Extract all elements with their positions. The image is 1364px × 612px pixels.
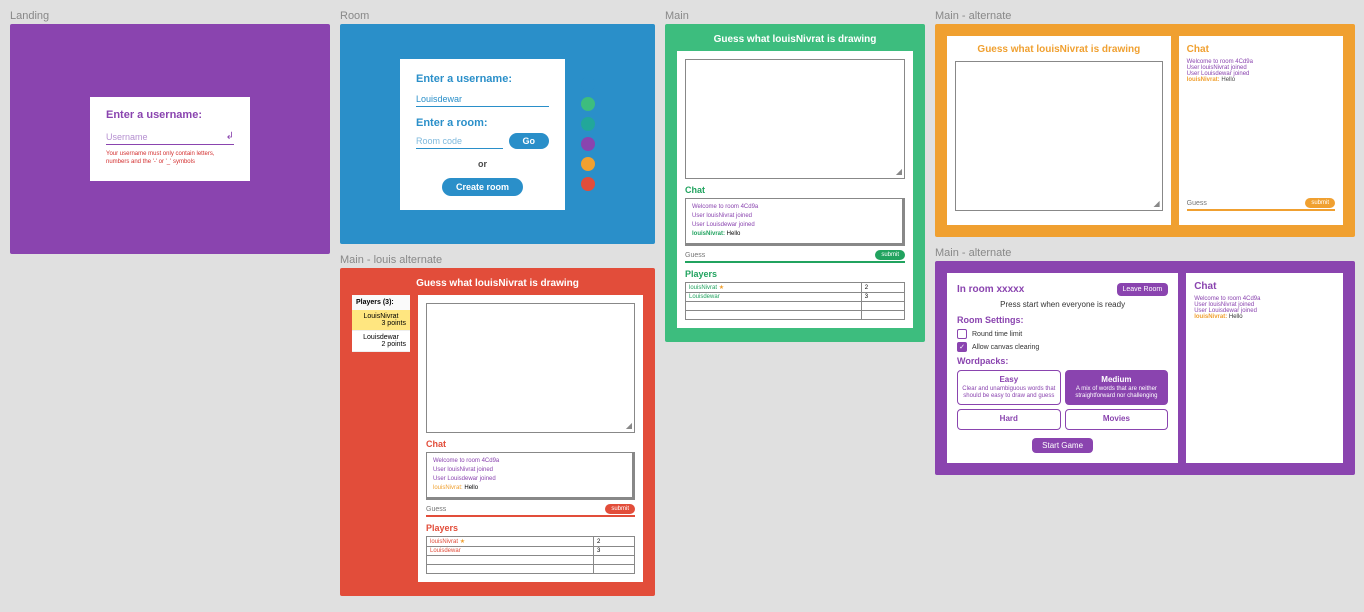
go-button[interactable]: Go [509, 133, 550, 149]
submit-button[interactable]: submit [875, 250, 905, 260]
main-orange-frame: Guess what louisNivrat is drawing ◢ Chat… [935, 24, 1355, 237]
start-game-button[interactable]: Start Game [1032, 438, 1093, 453]
submit-button[interactable]: submit [1305, 198, 1335, 208]
username-error: Your username must only contain letters,… [106, 151, 234, 167]
drawing-title: Guess what louisNivrat is drawing [955, 44, 1163, 55]
resize-icon[interactable]: ◢ [896, 167, 902, 176]
players-panel: Players (3): LouisNivrat 3 points Louisd… [352, 295, 410, 352]
players-header: Players (3): [352, 295, 410, 310]
players-header: Players [685, 269, 905, 279]
resize-icon[interactable]: ◢ [1154, 199, 1160, 208]
wordpack-movies[interactable]: Movies [1065, 409, 1169, 430]
frame-label-room: Room [340, 10, 655, 22]
settings-panel: In room xxxxx Leave Room Press start whe… [947, 273, 1178, 463]
color-dot-purple[interactable] [581, 137, 595, 151]
create-room-button[interactable]: Create room [442, 178, 523, 196]
room-code-label: Enter a room: [416, 117, 549, 129]
main-panel: ◢ Chat Welcome to room 4Cd9a User louisN… [418, 295, 643, 582]
table-row [427, 565, 635, 574]
wordpack-medium[interactable]: MediumA mix of words that are neither st… [1065, 370, 1169, 405]
chat-header: Chat [1194, 281, 1335, 292]
room-or: or [416, 159, 549, 169]
landing-title: Enter a username: [106, 109, 234, 121]
room-frame: Enter a username: Enter a room: Go or Cr… [340, 24, 655, 244]
drawing-title: Guess what louisNivrat is drawing [677, 34, 913, 45]
guess-input[interactable] [685, 250, 871, 260]
color-dot-green[interactable] [581, 97, 595, 111]
room-username-input[interactable] [416, 92, 549, 107]
drawing-canvas[interactable]: ◢ [685, 59, 905, 179]
chat-panel: Chat Welcome to room 4Cd9a User louisNiv… [1179, 36, 1343, 225]
table-row [686, 311, 905, 320]
color-dot-orange[interactable] [581, 157, 595, 171]
main-green-frame: Guess what louisNivrat is drawing ◢ Chat… [665, 24, 925, 342]
player-row: LouisNivrat 3 points [352, 310, 410, 331]
players-header: Players [426, 523, 635, 533]
table-row [686, 302, 905, 311]
username-input[interactable] [106, 130, 234, 145]
main-purple-frame: In room xxxxx Leave Room Press start whe… [935, 261, 1355, 475]
color-dot-red[interactable] [581, 177, 595, 191]
drawing-title: Guess what louisNivrat is drawing [352, 278, 643, 289]
main-louis-frame: Guess what louisNivrat is drawing Player… [340, 268, 655, 596]
landing-card: Enter a username: ↲ Your username must o… [90, 97, 250, 181]
checkbox-timelimit[interactable] [957, 329, 967, 339]
table-row: louisNivrat ★2 [427, 537, 635, 547]
wordpack-hard[interactable]: Hard [957, 409, 1061, 430]
chat-header: Chat [426, 439, 635, 449]
color-dot-teal[interactable] [581, 117, 595, 131]
chat-header: Chat [1187, 44, 1335, 55]
chat-header: Chat [685, 185, 905, 195]
guess-input[interactable] [426, 504, 601, 514]
chat-box: Welcome to room 4Cd9a User louisNivrat j… [426, 452, 635, 500]
table-row: Louisdewar3 [427, 547, 635, 556]
chat-panel: Chat Welcome to room 4Cd9a User louisNiv… [1186, 273, 1343, 463]
room-title: In room xxxxx [957, 284, 1024, 295]
color-dot-blue[interactable] [581, 77, 595, 91]
room-user-label: Enter a username: [416, 73, 549, 85]
drawing-canvas[interactable]: ◢ [955, 61, 1163, 211]
frame-label-main: Main [665, 10, 925, 22]
drawing-canvas[interactable]: ◢ [426, 303, 635, 433]
room-code-input[interactable] [416, 134, 503, 149]
chat-box: Welcome to room 4Cd9a User louisNivrat j… [685, 198, 905, 246]
leave-room-button[interactable]: Leave Room [1117, 283, 1169, 296]
settings-header: Room Settings: [957, 315, 1168, 325]
table-row [427, 556, 635, 565]
frame-label-landing: Landing [10, 10, 330, 22]
color-palette [581, 77, 595, 191]
players-table: louisNivrat ★2 Louisdewar3 [685, 282, 905, 320]
canvas-panel: Guess what louisNivrat is drawing ◢ [947, 36, 1171, 225]
frame-label-main-alt-o: Main - alternate [935, 10, 1355, 22]
players-table: louisNivrat ★2 Louisdewar3 [426, 536, 635, 574]
player-row: Louisdewar 2 points [352, 331, 410, 352]
submit-button[interactable]: submit [605, 504, 635, 514]
resize-icon[interactable]: ◢ [626, 421, 632, 430]
ready-text: Press start when everyone is ready [957, 300, 1168, 309]
room-card: Enter a username: Enter a room: Go or Cr… [400, 59, 565, 210]
wordpack-easy[interactable]: EasyClear and unambiguous words that sho… [957, 370, 1061, 405]
checkbox-clearing[interactable]: ✓ [957, 342, 967, 352]
wordpacks-header: Wordpacks: [957, 356, 1168, 366]
landing-frame: Enter a username: ↲ Your username must o… [10, 24, 330, 254]
table-row: louisNivrat ★2 [686, 283, 905, 293]
frame-label-main-louis: Main - louis alternate [340, 254, 655, 266]
table-row: Louisdewar3 [686, 293, 905, 302]
guess-input[interactable] [1187, 198, 1302, 208]
frame-label-main-alt-p: Main - alternate [935, 247, 1355, 259]
